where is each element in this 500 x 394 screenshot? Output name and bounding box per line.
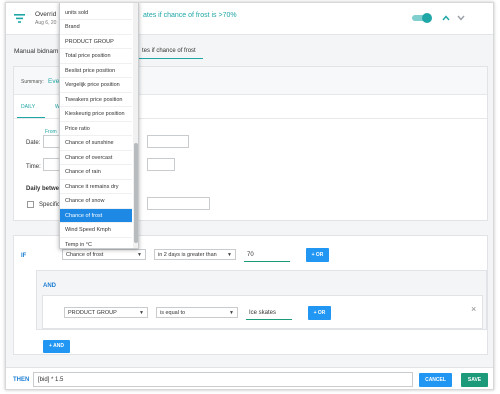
tab-daily-label: DAILY [21, 104, 36, 110]
rule-date: Aug 6, 20 [35, 20, 57, 26]
scrollbar-thumb[interactable] [134, 143, 138, 243]
cancel-button[interactable]: CANCEL [419, 373, 452, 387]
dropdown-option[interactable]: Chance it remains dry [60, 180, 132, 194]
time-label: Time: [26, 164, 41, 170]
dropdown-option[interactable]: Total price position [60, 49, 132, 64]
dropdown-option[interactable]: Chance of sunshine [60, 136, 132, 151]
dropdown-option[interactable]: Chance of snow [60, 194, 132, 209]
and-operator-value: is equal to [160, 310, 186, 316]
then-expression-text: [bid] * 1.5 [38, 377, 64, 383]
then-expression-input[interactable]: [bid] * 1.5 [33, 372, 413, 387]
and-value-input[interactable]: Ice skates [246, 306, 292, 320]
dropdown-option[interactable]: Chance of frost [60, 208, 132, 223]
add-and-button[interactable]: + AND [43, 340, 70, 353]
select-caret-icon: ▼ [139, 310, 144, 316]
dropdown-option[interactable]: Kieskeurig price position [60, 107, 132, 122]
and-field-value: PRODUCT GROUP [68, 310, 117, 316]
select-caret-icon: ▼ [229, 310, 234, 316]
chevron-up-icon[interactable] [442, 15, 450, 21]
rule-title-suffix: ates if chance of frost is >70% [143, 12, 237, 19]
and-operator-select[interactable]: is equal to ▼ [156, 307, 238, 318]
and-label: AND [43, 283, 56, 289]
enable-toggle[interactable] [412, 13, 432, 23]
if-label: IF [21, 253, 27, 259]
bidnames-label: Manual bidnam [14, 48, 59, 55]
dropdown-option[interactable]: Chance of overcast [60, 151, 132, 165]
and-field-select[interactable]: PRODUCT GROUP ▼ [64, 307, 148, 318]
select-caret-icon: ▼ [227, 252, 232, 258]
if-or-button[interactable]: + OR [306, 248, 329, 262]
select-caret-icon: ▼ [137, 252, 142, 258]
dropdown-option[interactable]: units sold [60, 6, 132, 20]
date-label: Date: [26, 140, 41, 146]
dropdown-option[interactable]: Price ratio [60, 122, 132, 136]
rule-editor-window: Overrid Aug 6, 20 ates if chance of fros… [5, 2, 494, 390]
and-value-text: Ice skates [249, 310, 277, 316]
tab-daily[interactable]: DAILY [17, 95, 45, 118]
dropdown-option[interactable]: PRODUCT GROUP [60, 35, 132, 49]
field-dropdown-list: units sold Brand PRODUCT GROUP Total price … [59, 3, 139, 249]
save-button[interactable]: SAVE [461, 373, 488, 387]
if-field-value: Chance of frost [66, 252, 104, 258]
summary-value: Eve [48, 78, 60, 85]
if-operator-select[interactable]: in 2 days is greater than ▼ [154, 249, 236, 260]
then-label: THEN [13, 377, 30, 383]
toggle-knob [422, 13, 432, 23]
dropdown-option[interactable]: Temp in °C [60, 238, 132, 249]
filter-icon[interactable] [14, 14, 25, 23]
specific-input[interactable] [147, 197, 210, 210]
dropdown-option[interactable]: Chance of rain [60, 165, 132, 180]
chevron-down-icon[interactable] [457, 15, 465, 21]
and-block: AND PRODUCT GROUP ▼ is equal to ▼ Ice sk… [36, 270, 487, 330]
dropdown-option[interactable]: Wind Speed Kmph [60, 223, 132, 238]
dropdown-option[interactable]: Beslist price position [60, 64, 132, 78]
close-icon[interactable]: × [471, 304, 476, 314]
summary-label: Summary: [21, 79, 44, 85]
date-to-input[interactable] [147, 135, 189, 148]
dropdown-option[interactable]: Tweakers price position [60, 93, 132, 107]
and-condition-row: PRODUCT GROUP ▼ is equal to ▼ Ice skates… [42, 295, 483, 329]
rule-title-prefix: Overrid [35, 11, 57, 18]
and-or-button[interactable]: + OR [308, 306, 331, 320]
rule-name-text: tes if chance of frost [142, 48, 196, 54]
then-bar: THEN [bid] * 1.5 CANCEL SAVE [6, 367, 493, 389]
if-field-select[interactable]: Chance of frost ▼ [62, 249, 146, 260]
dropdown-option[interactable]: Brand [60, 20, 132, 35]
rule-name-field[interactable]: tes if chance of frost [138, 44, 203, 59]
if-value-input[interactable]: 70 [244, 248, 290, 262]
specific-checkbox[interactable] [27, 201, 34, 208]
if-operator-value: in 2 days is greater than [158, 252, 217, 258]
dropdown-scrollbar[interactable] [133, 3, 138, 248]
condition-area: IF Chance of frost ▼ in 2 days is greate… [13, 235, 488, 355]
time-to-input[interactable] [147, 158, 175, 171]
dropdown-option[interactable]: Vergelijk price position [60, 78, 132, 93]
if-value-text: 70 [247, 252, 254, 258]
